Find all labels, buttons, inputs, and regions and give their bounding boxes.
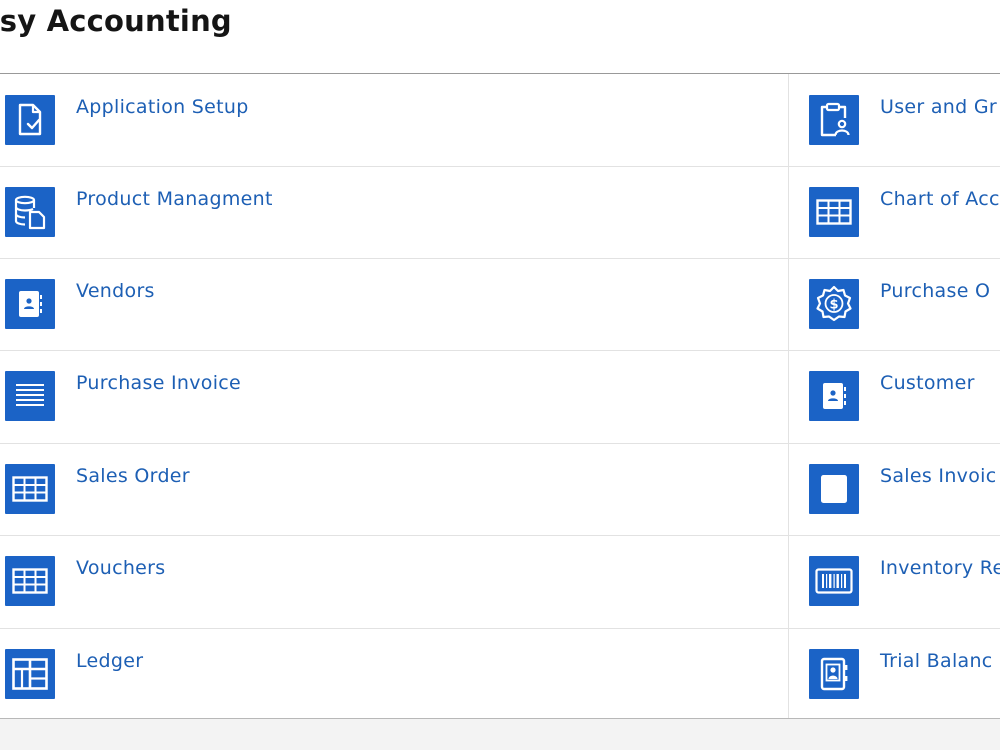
module-application-setup[interactable]: Application Setup	[0, 74, 788, 166]
page-footer-area	[0, 719, 1000, 750]
module-label: Purchase O	[880, 280, 991, 302]
module-label: Product Managment	[76, 188, 273, 210]
module-trial-balance[interactable]: Trial Balanc	[789, 628, 1000, 718]
module-ledger[interactable]: Ledger	[0, 628, 788, 718]
module-purchase-order[interactable]: $ Purchase O	[789, 258, 1000, 350]
module-label: Sales Order	[76, 465, 190, 487]
table-grid-icon	[809, 187, 859, 237]
table-grid-icon	[5, 556, 55, 606]
module-customer[interactable]: Customer	[789, 350, 1000, 442]
app-header: asy Accounting	[0, 0, 1000, 73]
module-inventory-report[interactable]: Inventory Re	[789, 535, 1000, 627]
contact-frame-icon	[809, 649, 859, 699]
dollar-badge-icon: $	[809, 279, 859, 329]
ledger-grid-icon	[5, 649, 55, 699]
svg-text:$: $	[829, 298, 838, 313]
module-label: User and Gr	[880, 96, 997, 118]
module-vendors[interactable]: Vendors	[0, 258, 788, 350]
module-label: Inventory Re	[880, 557, 1000, 579]
module-label: Customer	[880, 372, 975, 394]
module-label: Trial Balanc	[880, 650, 993, 672]
module-user-and-groups[interactable]: User and Gr	[789, 74, 1000, 166]
contact-book-icon	[5, 279, 55, 329]
app-title: asy Accounting	[0, 4, 232, 38]
document-check-icon	[5, 95, 55, 145]
clipboard-user-icon	[809, 95, 859, 145]
module-sales-order[interactable]: Sales Order	[0, 443, 788, 535]
module-label: Purchase Invoice	[76, 372, 242, 394]
barcode-icon	[809, 556, 859, 606]
module-sales-invoice[interactable]: Sales Invoic	[789, 443, 1000, 535]
module-label: Chart of Acc	[880, 188, 1000, 210]
module-vouchers[interactable]: Vouchers	[0, 535, 788, 627]
lines-list-icon	[5, 371, 55, 421]
contact-book-icon	[809, 371, 859, 421]
database-file-icon	[5, 187, 55, 237]
module-grid: Application Setup Product Managment Vend…	[0, 73, 1000, 719]
module-label: Vendors	[76, 280, 155, 302]
module-purchase-invoice[interactable]: Purchase Invoice	[0, 350, 788, 442]
module-label: Ledger	[76, 650, 144, 672]
table-grid-icon	[5, 464, 55, 514]
module-chart-of-accounts[interactable]: Chart of Acc	[789, 166, 1000, 258]
module-label: Vouchers	[76, 557, 166, 579]
module-label: Application Setup	[76, 96, 249, 118]
blank-page-icon	[809, 464, 859, 514]
module-product-managment[interactable]: Product Managment	[0, 166, 788, 258]
module-label: Sales Invoic	[880, 465, 997, 487]
